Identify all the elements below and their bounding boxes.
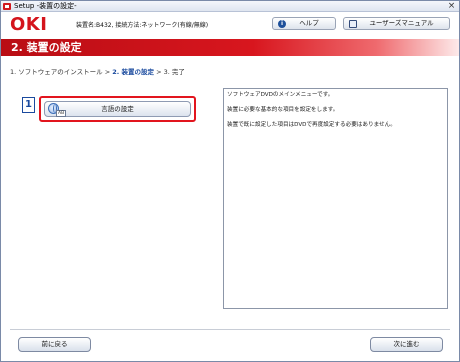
footer-divider [10, 329, 450, 330]
language-settings-label: 言語の設定 [101, 105, 134, 113]
breadcrumb-separator: > [102, 68, 113, 76]
breadcrumb-separator: > [154, 68, 164, 76]
title-bar[interactable]: Setup -装置の設定- × [1, 1, 459, 12]
user-manual-button[interactable]: ユーザーズマニュアル [343, 17, 450, 30]
window-title: Setup -装置の設定- [14, 2, 77, 10]
info-icon: i [278, 20, 286, 28]
close-button[interactable]: × [447, 2, 456, 11]
breadcrumb-step-complete: 3. 完了 [163, 68, 185, 76]
breadcrumb-step-install: 1. ソフトウェアのインストール [10, 68, 103, 76]
header: OKI 装置名:B432, 接続方法:ネットワーク(有線/無線) i ヘルプ ユ… [1, 12, 459, 39]
device-info: 装置名:B432, 接続方法:ネットワーク(有線/無線) [76, 22, 209, 29]
user-manual-label: ユーザーズマニュアル [369, 19, 434, 27]
next-button[interactable]: 次に進む [370, 337, 443, 352]
section-banner: 2. 装置の設定 [1, 39, 459, 56]
help-button[interactable]: i ヘルプ [272, 17, 336, 30]
back-button[interactable]: 前に戻る [18, 337, 91, 352]
step-number-badge: 1 [22, 97, 35, 113]
language-globe-icon: AB [48, 103, 67, 117]
language-button-highlight: AB 言語の設定 [39, 96, 196, 122]
book-icon [349, 20, 357, 28]
breadcrumb: 1. ソフトウェアのインストール > 2. 装置の設定 > 3. 完了 [10, 66, 185, 76]
description-line: 装置に必要な基本的な項目を設定をします。 [227, 107, 339, 113]
language-settings-button[interactable]: AB 言語の設定 [44, 101, 191, 117]
app-icon [3, 3, 11, 10]
description-line: 装置で既に設定した項目はDVDで再度設定する必要はありません。 [227, 122, 396, 128]
description-panel: ソフトウェアDVDのメインメニューです。 装置に必要な基本的な項目を設定をします… [223, 88, 448, 309]
setup-window: Setup -装置の設定- × OKI 装置名:B432, 接続方法:ネットワー… [0, 0, 460, 362]
breadcrumb-step-device-settings: 2. 装置の設定 [112, 68, 154, 76]
language-ab-mark: AB [56, 110, 67, 117]
help-label: ヘルプ [299, 19, 319, 27]
oki-logo: OKI [10, 14, 48, 35]
banner-title: 2. 装置の設定 [11, 41, 82, 54]
description-line: ソフトウェアDVDのメインメニューです。 [227, 92, 334, 98]
